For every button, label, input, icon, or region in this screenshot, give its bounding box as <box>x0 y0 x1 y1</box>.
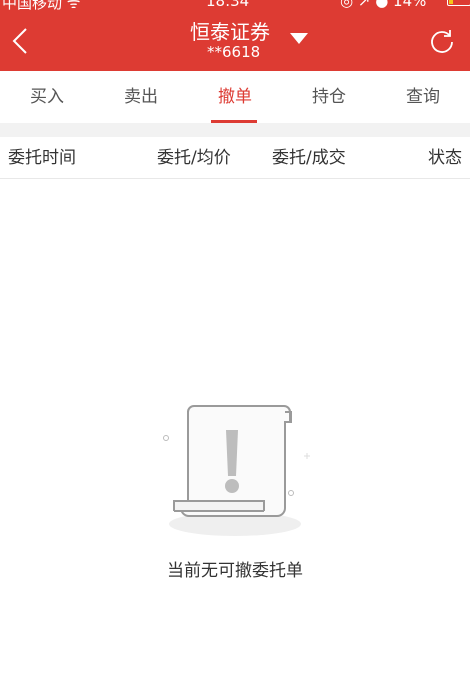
app-header: 中国移动 ᯤ 18:34 ◎ ↗ ● 14% 恒泰证券 **6618 <box>0 0 470 71</box>
column-order-volume: 委托/成交 <box>272 148 346 168</box>
status-time: 18:34 <box>206 0 250 10</box>
tab-query[interactable]: 查询 <box>376 71 470 123</box>
section-divider <box>0 123 470 137</box>
trade-tabs: 买入 卖出 撤单 持仓 查询 <box>0 71 470 123</box>
account-switcher[interactable]: 恒泰证券 **6618 <box>170 14 320 64</box>
tab-cancel-order[interactable]: 撤单 <box>188 71 282 123</box>
battery-icon <box>447 0 470 6</box>
empty-scroll-icon <box>160 400 310 540</box>
empty-state-message: 当前无可撤委托单 <box>167 561 303 581</box>
triangle-down-icon <box>290 33 308 44</box>
tab-positions[interactable]: 持仓 <box>282 71 376 123</box>
status-bar: 中国移动 ᯤ 18:34 ◎ ↗ ● 14% <box>0 0 470 12</box>
column-order-price: 委托/均价 <box>157 148 231 168</box>
page-title: 恒泰证券 <box>190 20 270 44</box>
back-button[interactable] <box>8 26 32 56</box>
status-right: ◎ ↗ ● 14% <box>340 0 427 10</box>
chevron-left-icon <box>12 28 27 54</box>
tab-buy[interactable]: 买入 <box>0 71 94 123</box>
column-order-time: 委托时间 <box>8 148 76 168</box>
refresh-icon <box>431 30 453 53</box>
account-number: **6618 <box>207 43 261 61</box>
refresh-button[interactable] <box>428 27 456 55</box>
tab-sell[interactable]: 卖出 <box>94 71 188 123</box>
column-status: 状态 <box>428 148 462 168</box>
carrier-label: 中国移动 ᯤ <box>2 0 81 12</box>
table-header: 委托时间 委托/均价 委托/成交 状态 <box>0 137 470 179</box>
